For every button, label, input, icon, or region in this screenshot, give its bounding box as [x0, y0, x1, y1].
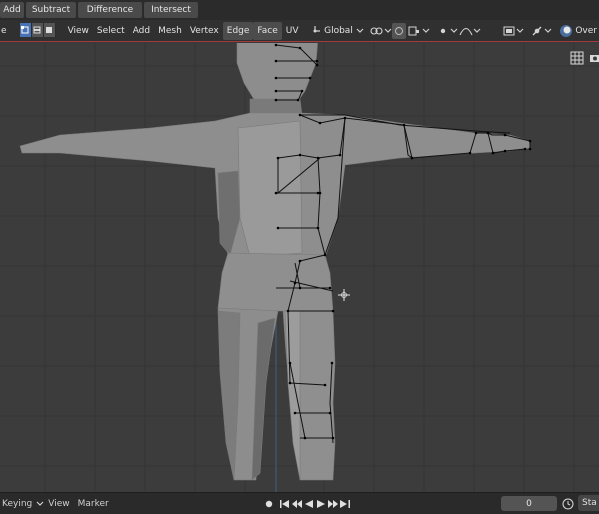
grid-view-icon[interactable] — [568, 49, 586, 67]
snap-toggle-icon[interactable] — [392, 22, 406, 39]
timeline-view-menu[interactable]: View — [44, 499, 73, 509]
boolean-intersect-button[interactable]: Intersect — [144, 2, 198, 18]
current-frame-field[interactable]: 0 — [501, 496, 557, 511]
menu-mesh[interactable]: Mesh — [154, 22, 186, 40]
menu-vertex[interactable]: Vertex — [186, 22, 223, 40]
character-mesh[interactable] — [0, 43, 599, 492]
falloff-curve-icon[interactable] — [459, 23, 473, 39]
jump-start-icon[interactable] — [279, 497, 291, 511]
menu-select[interactable]: Select — [93, 22, 129, 40]
start-frame-field[interactable]: Sta — [582, 498, 597, 508]
orientation-icon[interactable] — [308, 23, 322, 39]
timeline-bar: Keying View Marker 0 Sta — [0, 492, 599, 514]
3d-cursor-icon — [338, 289, 350, 301]
next-keyframe-icon[interactable] — [327, 497, 339, 511]
pivot-point-icon[interactable] — [369, 23, 385, 39]
chevron-down-icon[interactable] — [355, 23, 365, 39]
chevron-down-icon[interactable] — [544, 23, 552, 39]
chevron-down-icon[interactable] — [422, 23, 430, 39]
menu-face[interactable]: Face — [253, 21, 282, 40]
proportional-edit-icon[interactable] — [437, 23, 449, 39]
chevron-down-icon[interactable] — [384, 23, 392, 39]
face-select-icon[interactable] — [43, 22, 56, 37]
gizmo-visibility-icon[interactable] — [530, 23, 544, 39]
boolean-add-button[interactable]: Add — [0, 2, 24, 18]
play-reverse-icon[interactable] — [303, 497, 315, 511]
menu-edge[interactable]: Edge — [222, 21, 254, 40]
boolean-toolbar: Add Subtract Difference Intersect — [0, 0, 599, 20]
jump-end-icon[interactable] — [339, 497, 351, 511]
select-mode-group — [19, 22, 56, 39]
3d-viewport[interactable] — [0, 43, 599, 492]
camera-view-icon[interactable] — [586, 49, 599, 67]
chevron-down-icon[interactable] — [449, 23, 459, 39]
overlays-icon[interactable] — [558, 23, 574, 39]
menu-view[interactable]: View — [64, 22, 93, 40]
vertex-select-icon[interactable] — [19, 22, 32, 37]
chevron-down-icon[interactable] — [516, 23, 524, 39]
overlays-label[interactable]: Over — [573, 22, 599, 40]
timeline-marker-menu[interactable]: Marker — [74, 499, 113, 509]
snap-target-icon[interactable] — [406, 23, 422, 39]
viewport-header: e View Select Add Mesh Vertex Edge Face … — [0, 20, 599, 42]
play-icon[interactable] — [315, 497, 327, 511]
object-type-visibility-icon[interactable] — [503, 23, 517, 39]
boolean-difference-button[interactable]: Difference — [78, 2, 142, 18]
keying-menu[interactable]: Keying — [0, 499, 36, 509]
record-icon[interactable] — [263, 497, 275, 511]
prev-keyframe-icon[interactable] — [291, 497, 303, 511]
menu-add[interactable]: Add — [129, 22, 154, 40]
transform-orientation-dropdown[interactable]: Global — [322, 22, 355, 40]
boolean-subtract-button[interactable]: Subtract — [26, 2, 76, 18]
menu-uv[interactable]: UV — [282, 22, 303, 40]
mode-selector[interactable]: e — [0, 22, 18, 40]
clock-icon[interactable] — [562, 496, 574, 512]
chevron-down-icon[interactable] — [36, 496, 44, 512]
chevron-down-icon[interactable] — [473, 23, 481, 39]
edge-select-icon[interactable] — [31, 22, 44, 37]
